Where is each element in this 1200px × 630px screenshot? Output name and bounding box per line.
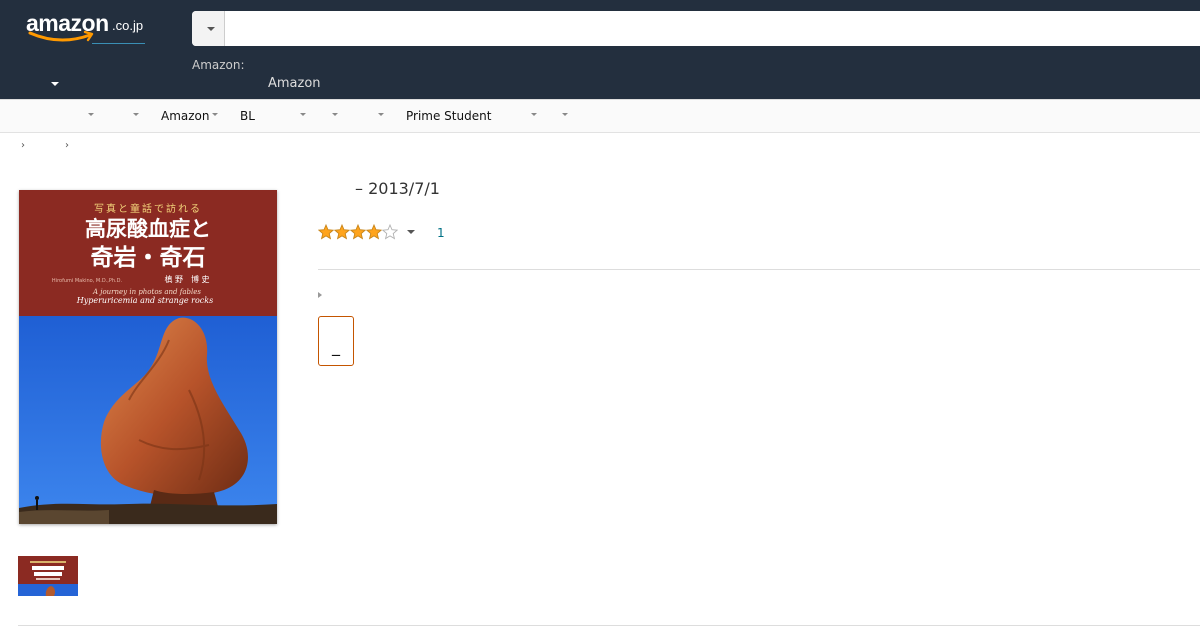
publication-date: – 2013/7/1 [355,179,440,198]
search-input[interactable] [225,11,1200,46]
subnav-item-7[interactable] [529,109,537,123]
star-empty-icon [381,224,398,240]
subnav-item-6[interactable] [376,109,384,123]
search-category-dropdown[interactable] [192,11,225,46]
chevron-down-icon [562,113,568,116]
subnav-item-5[interactable] [330,109,338,123]
book-cover-image[interactable]: 写真と童話で訪れる 高尿酸血症と 奇岩・奇石 Hirofumi Makino, … [19,190,277,524]
amazon-logo[interactable]: amazon .co.jp [26,8,166,48]
chevron-down-icon [531,113,537,116]
cover-author-romaji: Hirofumi Makino, M.D.,Ph.D. [52,278,123,284]
chevron-down-icon [133,113,139,116]
logo-underline [92,43,145,44]
subnav-item-label: Prime Student [406,109,492,123]
breadcrumb-separator: › [21,140,25,151]
cover-author-jp: 槙 野 博 史 [164,274,209,284]
rating-chevron-down-icon[interactable] [407,230,415,234]
subnav-item-1[interactable] [86,109,94,123]
expand-arrow-icon[interactable] [318,292,322,298]
subnav-item-4[interactable] [298,109,306,123]
format-option-selected[interactable]: _ [318,316,354,366]
top-header: amazon .co.jp Amazon: Amazon [0,0,1200,99]
chevron-down-icon [211,113,218,116]
star-filled-icon [333,224,351,240]
subnav-item-prime-student[interactable]: Prime Student [406,109,491,123]
subnav-item-label: Amazon [161,109,210,123]
cover-series-text: 写真と童話で訪れる [94,202,202,215]
deliver-to-label: Amazon: [192,58,245,72]
star-filled-icon [365,224,383,240]
chevron-down-icon [378,113,384,116]
subnav-item-label: BL [240,109,255,123]
search-bar [192,11,1200,46]
subnav-item-8[interactable] [560,109,568,123]
cover-subtitle-en2: Hyperuricemia and strange rocks [76,296,214,305]
logo-tld: .co.jp [112,18,144,33]
thumbnail-artwork [18,556,78,596]
breadcrumb-separator: › [65,140,69,151]
format-label: _ [332,337,340,356]
logo-smile-icon [28,30,94,42]
sub-navigation: Amazon BL Prime Student [0,99,1200,133]
section-divider [18,625,1200,626]
cover-thumbnail[interactable] [18,556,78,596]
cover-subtitle-en1: A journey in photos and fables [92,288,201,296]
star-rating[interactable] [318,224,398,240]
chevron-down-icon [88,113,94,116]
chevron-down-icon [300,113,306,116]
subnav-item-2[interactable] [131,109,139,123]
cover-title-line2: 奇岩・奇石 [91,244,206,271]
star-filled-icon [318,224,335,240]
account-chevron-down-icon[interactable] [51,82,59,86]
star-filled-icon [349,224,367,240]
chevron-down-icon [332,113,338,116]
amazon-link[interactable]: Amazon [268,76,321,91]
review-count-link[interactable]: 1 [437,226,445,240]
chevron-down-icon [207,27,215,31]
cover-title-line1: 高尿酸血症と [85,217,211,241]
subnav-item-amazon[interactable]: Amazon [161,109,218,123]
subnav-item-bl[interactable]: BL [240,109,255,123]
info-divider [318,269,1200,270]
cover-artwork: 写真と童話で訪れる 高尿酸血症と 奇岩・奇石 Hirofumi Makino, … [19,190,277,524]
